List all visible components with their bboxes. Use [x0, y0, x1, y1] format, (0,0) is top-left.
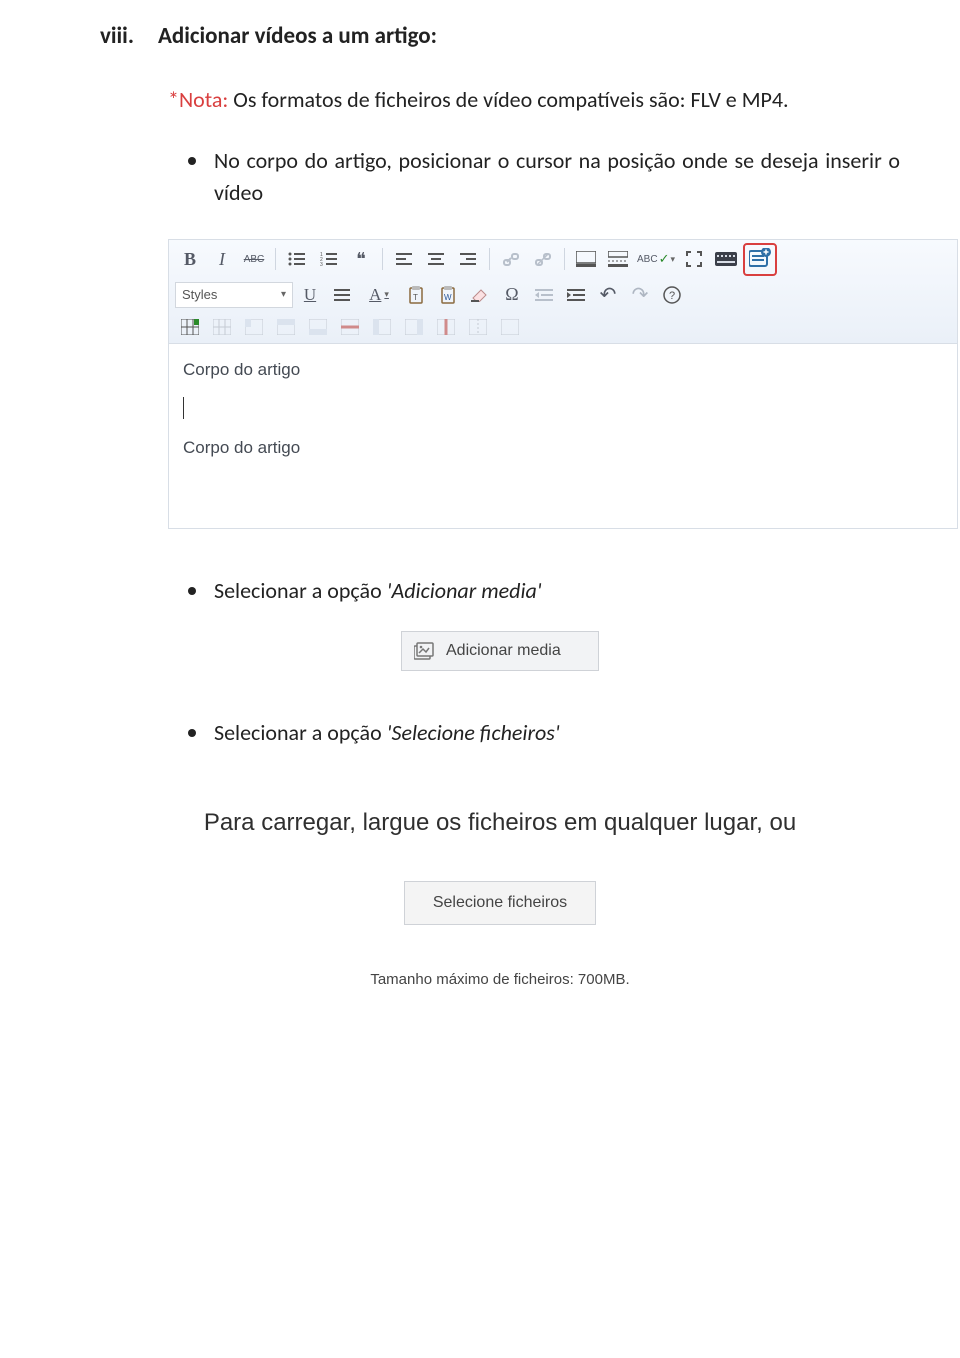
bullet-step-3: Selecionar a opção 'Selecione ficheiros'	[188, 717, 900, 749]
table-cell-props-button[interactable]	[239, 314, 269, 340]
fullscreen-button[interactable]	[679, 246, 709, 272]
toolbar-row-2: Styles ▾ U A▾ T W Ω	[169, 279, 957, 311]
svg-text:3: 3	[320, 262, 323, 266]
svg-text:T: T	[413, 293, 418, 302]
keyboard-button[interactable]	[711, 246, 741, 272]
italic-button[interactable]: I	[207, 246, 237, 272]
insert-break-button[interactable]	[603, 246, 633, 272]
add-media-button[interactable]	[746, 246, 774, 270]
numbered-list-button[interactable]: 1 2 3	[314, 246, 344, 272]
adicionar-media-button[interactable]: Adicionar media	[401, 631, 599, 671]
styles-dropdown[interactable]: Styles ▾	[175, 282, 293, 308]
heading-index: viii.	[100, 22, 134, 50]
heading-title: Adicionar vídeos a um artigo:	[158, 22, 900, 50]
table-merge-cell-button[interactable]	[495, 314, 525, 340]
table-insert-col-after-button[interactable]	[399, 314, 429, 340]
bullet-dot-icon	[188, 157, 196, 165]
text-caret-icon	[183, 398, 943, 418]
bullet-dot-icon	[188, 729, 196, 737]
upload-drop-text: Para carregar, largue os ficheiros em qu…	[145, 809, 855, 837]
chevron-down-icon: ▾	[281, 289, 286, 300]
insert-image-button[interactable]	[571, 246, 601, 272]
bullet-step-2: Selecionar a opção 'Adicionar media'	[188, 575, 900, 607]
media-library-icon	[414, 642, 436, 660]
separator-icon	[275, 248, 276, 270]
note-text: Os formatos de ficheiros de vídeo compat…	[228, 86, 788, 113]
bullet-dot-icon	[188, 587, 196, 595]
bullet-step-2-text: Selecionar a opção 'Adicionar media'	[214, 575, 900, 607]
remove-format-button[interactable]	[465, 282, 495, 308]
bullet-step-1: No corpo do artigo, posicionar o cursor …	[188, 145, 900, 209]
special-char-button[interactable]: Ω	[497, 282, 527, 308]
redo-button[interactable]: ↷	[625, 282, 655, 308]
align-left-button[interactable]	[389, 246, 419, 272]
selecione-ficheiros-button[interactable]: Selecione ficheiros	[404, 881, 596, 925]
blockquote-button[interactable]: ❝	[346, 246, 376, 272]
align-justify-button[interactable]	[327, 282, 357, 308]
indent-button[interactable]	[561, 282, 591, 308]
underline-button[interactable]: U	[295, 282, 325, 308]
svg-text:?: ?	[669, 290, 675, 302]
unlink-button[interactable]	[528, 246, 558, 272]
align-right-button[interactable]	[453, 246, 483, 272]
editor-toolbar: B I ABC 1 2 3	[169, 240, 957, 344]
separator-icon	[489, 248, 490, 270]
note-label: *Nota:	[168, 86, 228, 113]
table-delete-row-button[interactable]	[335, 314, 365, 340]
table-delete-col-button[interactable]	[431, 314, 461, 340]
max-file-size-text: Tamanho máximo de ficheiros: 700MB.	[145, 971, 855, 988]
table-insert-col-before-button[interactable]	[367, 314, 397, 340]
section-heading: viii. Adicionar vídeos a um artigo:	[100, 22, 900, 50]
styles-dropdown-label: Styles	[182, 287, 217, 302]
paste-text-button[interactable]: T	[401, 282, 431, 308]
table-insert-row-before-button[interactable]	[271, 314, 301, 340]
bullet-step-3-text: Selecionar a opção 'Selecione ficheiros'	[214, 717, 900, 749]
note-line: *Nota: Os formatos de ficheiros de vídeo…	[168, 86, 900, 113]
help-button[interactable]: ?	[657, 282, 687, 308]
strikethrough-button[interactable]: ABC	[239, 246, 269, 272]
paste-word-button[interactable]: W	[433, 282, 463, 308]
spellcheck-button[interactable]: ABC ✓ ▾	[635, 246, 677, 272]
bulleted-list-button[interactable]	[282, 246, 312, 272]
undo-button[interactable]: ↶	[593, 282, 623, 308]
table-split-cell-button[interactable]	[463, 314, 493, 340]
editor-screenshot: B I ABC 1 2 3	[168, 239, 958, 529]
toolbar-row-1: B I ABC 1 2 3	[169, 240, 957, 279]
text-color-button[interactable]: A▾	[359, 282, 399, 308]
link-button[interactable]	[496, 246, 526, 272]
selecione-ficheiros-button-label: Selecione ficheiros	[433, 894, 567, 912]
upload-drop-area: Para carregar, largue os ficheiros em qu…	[145, 809, 855, 988]
align-center-button[interactable]	[421, 246, 451, 272]
add-media-highlight	[743, 243, 777, 276]
separator-icon	[382, 248, 383, 270]
bold-button[interactable]: B	[175, 246, 205, 272]
editor-body[interactable]: Corpo do artigo Corpo do artigo	[169, 344, 957, 528]
separator-icon	[564, 248, 565, 270]
adicionar-media-button-label: Adicionar media	[446, 642, 561, 660]
editor-line: Corpo do artigo	[183, 436, 943, 460]
toolbar-row-3	[169, 311, 957, 343]
document-page: viii. Adicionar vídeos a um artigo: *Not…	[0, 0, 960, 1358]
outdent-button[interactable]	[529, 282, 559, 308]
svg-text:W: W	[444, 293, 452, 302]
insert-table-button[interactable]	[175, 314, 205, 340]
editor-line: Corpo do artigo	[183, 358, 943, 382]
bullet-step-1-text: No corpo do artigo, posicionar o cursor …	[214, 145, 900, 209]
table-insert-row-after-button[interactable]	[303, 314, 333, 340]
table-row-props-button[interactable]	[207, 314, 237, 340]
